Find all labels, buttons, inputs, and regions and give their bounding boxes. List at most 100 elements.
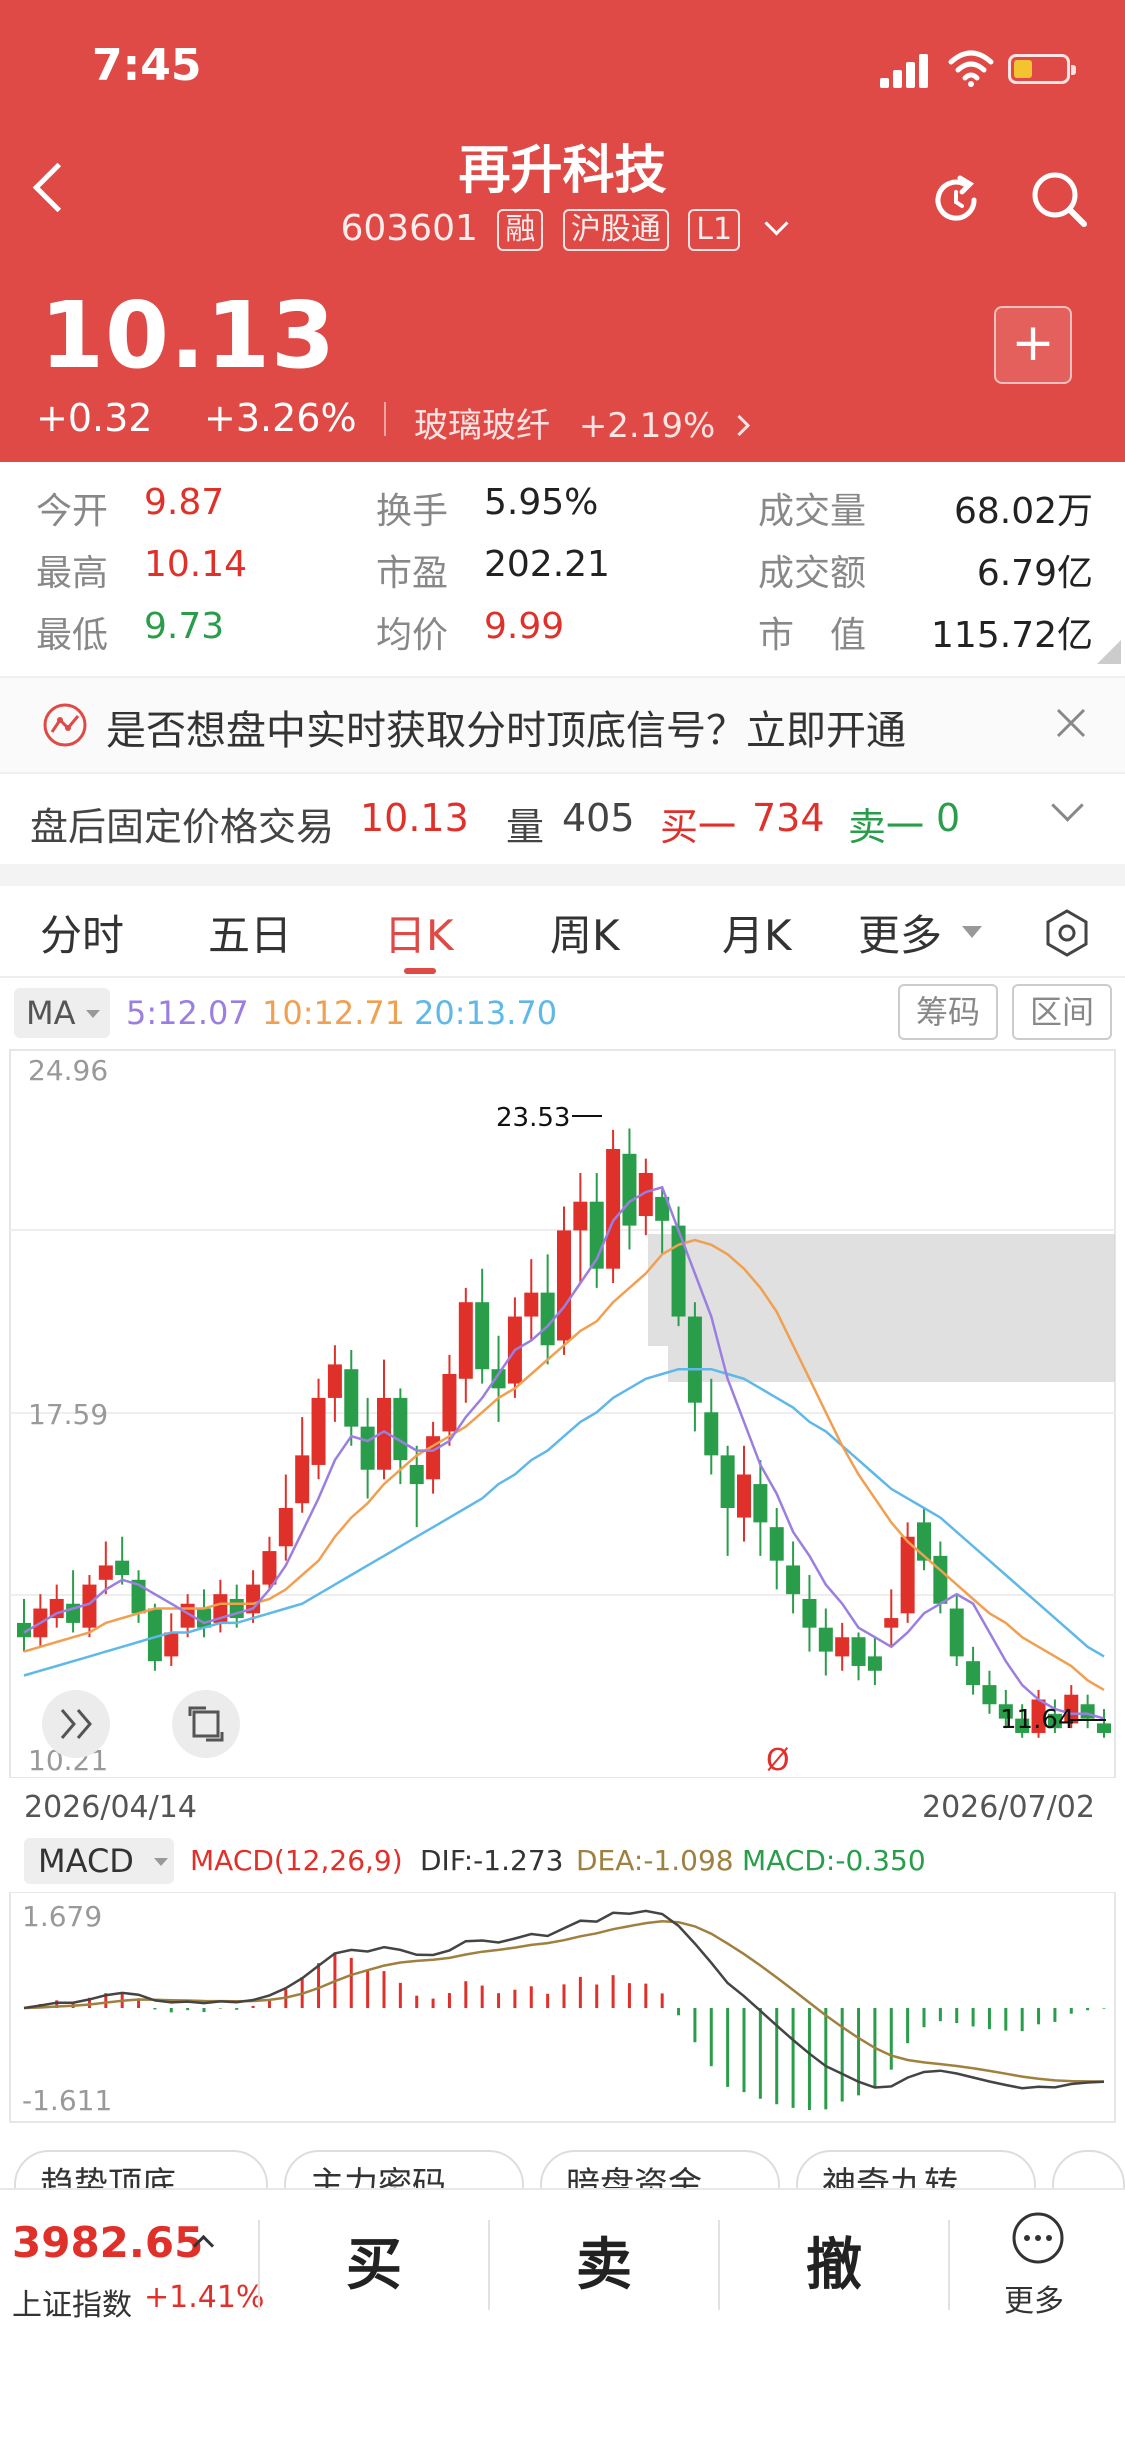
tab-daily-k[interactable]: 日K xyxy=(384,902,454,963)
expand-double-chevron-icon[interactable] xyxy=(42,1690,110,1758)
tab-monthly-k[interactable]: 月K xyxy=(722,902,792,963)
amount-value: 6.79亿 xyxy=(976,553,1093,594)
avg-label: 均价 xyxy=(376,615,449,656)
mcap-label: 市 值 xyxy=(758,615,867,656)
period-divider-mark: Ø xyxy=(766,1743,790,1778)
macd-header: MACD MACD(12,26,9) DIF:-1.273 DEA:-1.098… xyxy=(0,1832,1125,1892)
candle-body xyxy=(573,1201,588,1231)
after-hours-bid-label: 买一 xyxy=(660,805,737,849)
open-value: 9.87 xyxy=(144,482,225,523)
search-icon[interactable] xyxy=(1028,168,1090,230)
sector-name: 玻璃玻纤 xyxy=(414,406,550,446)
macd-value: MACD:-0.350 xyxy=(742,1844,926,1877)
high-label: 最高 xyxy=(36,553,109,594)
stock-code: 603601 xyxy=(340,208,478,249)
stats-panel: 今开 9.87 最高 10.14 最低 9.73 换手 5.95% 市盈 202… xyxy=(0,462,1125,676)
candle-body xyxy=(786,1565,801,1595)
y-axis-top: 24.96 xyxy=(28,1054,108,1087)
chevron-down-icon[interactable] xyxy=(1051,789,1084,822)
after-hours-row[interactable]: 盘后固定价格交易 10.13 量 405 买一 734 卖一 0 xyxy=(0,772,1125,864)
ma-selector[interactable]: MA xyxy=(14,988,110,1038)
add-watchlist-button[interactable]: + xyxy=(994,306,1072,384)
candle-body xyxy=(622,1153,637,1226)
cancel-button[interactable]: 撤 xyxy=(806,2220,862,2301)
volume-label: 成交量 xyxy=(758,491,867,532)
status-time: 7:45 xyxy=(92,40,202,91)
divider xyxy=(718,2220,720,2310)
candle-body xyxy=(900,1536,915,1614)
candle-body xyxy=(982,1685,997,1705)
index-pct: +1.41% xyxy=(144,2280,265,2315)
candle-body xyxy=(802,1598,817,1628)
macd-dea: DEA:-1.098 xyxy=(576,1844,734,1877)
candle-body xyxy=(753,1484,768,1523)
candle-body xyxy=(98,1565,113,1580)
candlestick-chart[interactable]: 24.96 17.59 10.21 23.53 11.64 Ø xyxy=(0,1048,1125,1778)
candle-body xyxy=(818,1627,833,1652)
candle-body xyxy=(475,1302,490,1370)
index-value[interactable]: 3982.65 xyxy=(12,2218,203,2267)
range-button[interactable]: 区间 xyxy=(1012,984,1112,1040)
more-dots-icon[interactable] xyxy=(1010,2210,1066,2266)
candle-body xyxy=(769,1527,784,1561)
y-axis-mid: 17.59 xyxy=(28,1398,108,1431)
low-label: 最低 xyxy=(36,615,109,656)
battery-icon xyxy=(1008,54,1076,84)
macd-y-top: 1.679 xyxy=(22,1900,102,1933)
after-hours-vol: 405 xyxy=(562,796,635,840)
high-price-marker: 23.53 xyxy=(496,1103,570,1133)
candle-body xyxy=(867,1656,882,1671)
refresh-icon[interactable] xyxy=(926,170,986,230)
after-hours-price: 10.13 xyxy=(360,796,469,840)
ma-row: MA 5:12.07 10:12.71 20:13.70 筹码 区间 xyxy=(0,978,1125,1048)
date-start: 2026/04/14 xyxy=(24,1790,197,1825)
tab-five-day[interactable]: 五日 xyxy=(208,902,292,963)
tab-weekly-k[interactable]: 周K xyxy=(550,902,620,963)
resistance-zone xyxy=(648,1234,1115,1346)
chips-button[interactable]: 筹码 xyxy=(898,984,998,1040)
macd-selector[interactable]: MACD xyxy=(24,1838,174,1884)
date-end: 2026/07/02 xyxy=(922,1790,1095,1825)
section-gap xyxy=(0,864,1125,886)
chevron-down-icon[interactable] xyxy=(764,211,789,236)
candle-body xyxy=(360,1426,375,1470)
macd-params: MACD(12,26,9) xyxy=(190,1844,403,1877)
sector-link[interactable]: 玻璃玻纤 +2.19% xyxy=(414,398,751,447)
after-hours-ask-label: 卖一 xyxy=(848,805,925,849)
close-icon[interactable] xyxy=(1054,706,1088,740)
candle-body xyxy=(278,1508,293,1547)
divider xyxy=(258,2220,260,2310)
caret-down-icon xyxy=(86,1010,100,1018)
macd-dif: DIF:-1.273 xyxy=(420,1844,564,1877)
candle-body xyxy=(344,1369,359,1427)
candle-body xyxy=(933,1555,948,1604)
candle-body xyxy=(311,1397,326,1465)
tab-intraday[interactable]: 分时 xyxy=(40,902,124,963)
macd-label: MACD xyxy=(38,1842,134,1880)
header-divider xyxy=(384,402,386,436)
tab-more[interactable]: 更多 xyxy=(858,902,942,963)
pe-label: 市盈 xyxy=(376,553,449,594)
settings-hex-icon[interactable] xyxy=(1044,908,1090,958)
candle-body xyxy=(442,1373,457,1432)
chevron-right-icon xyxy=(729,414,751,437)
more-label[interactable]: 更多 xyxy=(1004,2276,1064,2320)
fullscreen-icon[interactable] xyxy=(172,1690,240,1758)
avg-value: 9.99 xyxy=(484,606,565,647)
after-hours-label: 盘后固定价格交易 xyxy=(30,805,335,849)
low-value: 9.73 xyxy=(144,606,225,647)
candle-body xyxy=(720,1455,735,1509)
candle-body xyxy=(1097,1723,1111,1733)
sell-button[interactable]: 卖 xyxy=(576,2220,632,2301)
candle-body xyxy=(557,1230,571,1341)
buy-button[interactable]: 买 xyxy=(346,2220,402,2301)
ma20-value: 20:13.70 xyxy=(414,994,558,1032)
expand-corner-icon[interactable] xyxy=(1097,640,1121,664)
macd-chart[interactable]: 1.679 -1.611 xyxy=(0,1892,1125,2124)
ma-label: MA xyxy=(26,994,76,1032)
chart-tabs: 分时 五日 日K 周K 月K 更多 xyxy=(0,886,1125,978)
after-hours-vol-label: 量 xyxy=(506,805,545,849)
price-change: +0.32 xyxy=(36,396,153,440)
macd-y-bottom: -1.611 xyxy=(22,2084,112,2117)
signal-banner[interactable]: 是否想盘中实时获取分时顶底信号？立即开通 xyxy=(0,676,1125,774)
